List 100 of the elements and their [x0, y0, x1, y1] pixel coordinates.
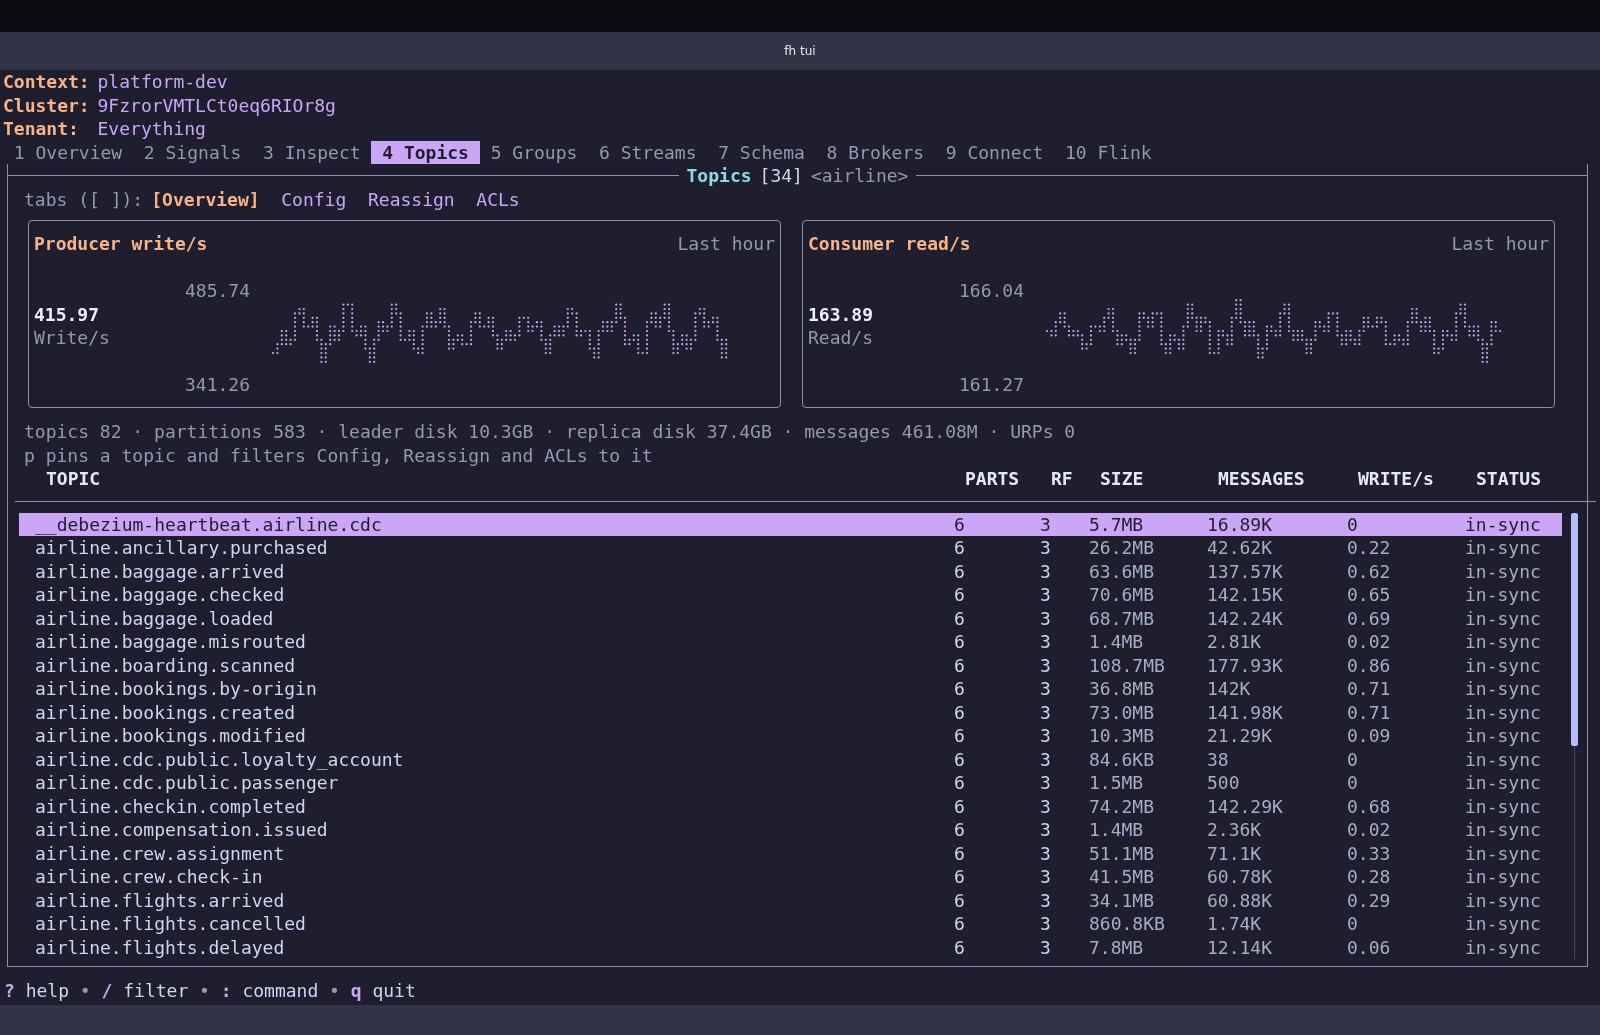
column-header[interactable]: SIZE [1100, 467, 1218, 491]
stats-text: topics 82 · partitions 583 · leader disk 10.3GB · replica disk 37.4GB · messages 461.08M · URPs 0 [24, 420, 1077, 444]
table-row[interactable]: airline.flights.delayed 6 3 7.8MB 12.14K 0.06 in-sync [19, 935, 1562, 959]
table-row[interactable]: airline.baggage.checked 6 3 70.6MB 142.15K 0.65 in-sync [19, 583, 1562, 607]
subtab[interactable]: ACLs [476, 187, 520, 211]
table-cell-text: 42.62K [1207, 536, 1274, 560]
subtab[interactable]: [Overview] [151, 187, 260, 211]
table-cell-text: airline.baggage.misrouted [35, 630, 307, 654]
table-cell-text: 6 [954, 724, 966, 748]
table-cell-text: 137.57K [1207, 559, 1284, 583]
tab[interactable]: 8 Brokers [815, 140, 935, 164]
table-cell-text: airline.bookings.created [35, 700, 297, 724]
table-cell-text: in-sync [1465, 700, 1542, 724]
column-header[interactable]: STATUS [1476, 467, 1587, 491]
table-row[interactable]: airline.cdc.public.passenger 6 3 1.5MB 500 0 in-sync [19, 771, 1562, 795]
table-row[interactable]: airline.baggage.arrived 6 3 63.6MB 137.57K 0.62 in-sync [19, 559, 1562, 583]
tab[interactable]: 3 Inspect [252, 140, 372, 164]
table-row[interactable]: airline.flights.cancelled 6 3 860.8KB 1.74K 0 in-sync [19, 912, 1562, 936]
tab[interactable]: 6 Streams [588, 140, 708, 164]
table-cell-text: airline.flights.cancelled [35, 912, 307, 936]
shortcut-label: quit [372, 979, 416, 1003]
tab[interactable]: 9 Connect [934, 140, 1055, 164]
table-cell-text: 84.6KB [1089, 747, 1156, 771]
column-header[interactable]: RF [1051, 467, 1100, 491]
table-cell-text: 3 [1040, 512, 1052, 536]
table-cell-text: 5.7MB [1089, 512, 1145, 536]
table-cell-text: in-sync [1465, 747, 1542, 771]
table-row[interactable]: airline.flights.arrived 6 3 34.1MB 60.88K 0.29 in-sync [19, 888, 1562, 912]
table-row[interactable]: airline.checkin.completed 6 3 74.2MB 142.29K 0.68 in-sync [19, 794, 1562, 818]
table-cell-text: 142.15K [1207, 583, 1284, 607]
table-cell-text: 6 [954, 583, 966, 607]
table-cell-text: in-sync [1465, 818, 1542, 842]
current-value: 163.89 [808, 302, 875, 326]
column-header[interactable]: PARTS [965, 467, 1051, 491]
column-header[interactable]: TOPIC [46, 467, 965, 491]
table-cell-text: 36.8MB [1089, 677, 1156, 701]
table-cell-text: 34.1MB [1089, 888, 1156, 912]
table-row[interactable]: airline.bookings.created 6 3 73.0MB 141.98K 0.71 in-sync [19, 700, 1562, 724]
table-cell-text: 38 [1207, 747, 1230, 771]
field-label: Cluster: [2, 93, 91, 117]
table-cell-text: airline.baggage.arrived [35, 559, 286, 583]
table-cell-text: airline.ancillary.purchased [35, 536, 329, 560]
table-cell-text: 6 [954, 606, 966, 630]
panel-title: Topics [686, 164, 752, 188]
column-header[interactable]: WRITE/s [1358, 467, 1476, 491]
table-cell-text: 74.2MB [1089, 794, 1156, 818]
table-row[interactable]: airline.cdc.public.loyalty_account 6 3 84.6KB 38 0 in-sync [19, 747, 1562, 771]
table-row[interactable]: airline.compensation.issued 6 3 1.4MB 2.36K 0.02 in-sync [19, 818, 1562, 842]
table-cell-text: 0.06 [1347, 935, 1392, 959]
field-value: 9FzrorVMTLCt0eq6RIOr8g [97, 94, 336, 116]
table-cell-text: 0.02 [1347, 630, 1392, 654]
tab[interactable]: 10 Flink [1054, 140, 1163, 164]
table-row[interactable]: __debezium-heartbeat.airline.cdc 6 3 5.7MB 16.89K 0 in-sync [19, 512, 1562, 536]
table-cell-text: 3 [1040, 536, 1052, 560]
table-cell-text: airline.bookings.by-origin [35, 677, 318, 701]
table-cell-text: in-sync [1465, 841, 1542, 865]
subtab[interactable]: Config [281, 187, 347, 211]
table-cell-text: 3 [1040, 677, 1052, 701]
table-cell-text: 68.7MB [1089, 606, 1156, 630]
table-cell-text: 3 [1040, 841, 1052, 865]
table-cell-text: 142K [1207, 677, 1252, 701]
table-cell-text: 3 [1040, 771, 1052, 795]
table-cell-text: 3 [1040, 583, 1052, 607]
tab[interactable]: 5 Groups [479, 140, 589, 164]
table-cell-text: 6 [954, 559, 966, 583]
table-row[interactable]: airline.bookings.by-origin 6 3 36.8MB 142K 0.71 in-sync [19, 677, 1562, 701]
table-cell-text: airline.cdc.public.loyalty_account [35, 747, 405, 771]
table-cell-text: 3 [1040, 700, 1052, 724]
separator-dot: • [199, 979, 210, 1003]
table-cell-text: 141.98K [1207, 700, 1284, 724]
topic-count: [34] [759, 164, 803, 188]
tab[interactable]: 2 Signals [133, 140, 253, 164]
table-cell-text: 0 [1347, 512, 1359, 536]
table-cell-text: 16.89K [1207, 512, 1274, 536]
table-cell-text: 1.74K [1207, 912, 1263, 936]
table-cell-text: 3 [1040, 606, 1052, 630]
scrollbar-thumb[interactable] [1571, 512, 1578, 746]
tab[interactable]: 1 Overview [3, 140, 134, 164]
subtab[interactable]: Reassign [367, 187, 455, 211]
table-cell-text: 3 [1040, 653, 1052, 677]
table-cell-text: 6 [954, 677, 966, 701]
table-row[interactable]: airline.baggage.loaded 6 3 68.7MB 142.24K 0.69 in-sync [19, 606, 1562, 630]
table-cell-text: __debezium-heartbeat.airline.cdc [35, 512, 383, 536]
table-row[interactable]: airline.ancillary.purchased 6 3 26.2MB 42.62K 0.22 in-sync [19, 536, 1562, 560]
table-row[interactable]: airline.crew.assignment 6 3 51.1MB 71.1K 0.33 in-sync [19, 841, 1562, 865]
table-row[interactable]: airline.bookings.modified 6 3 10.3MB 21.29K 0.09 in-sync [19, 724, 1562, 748]
table-row[interactable]: airline.boarding.scanned 6 3 108.7MB 177.93K 0.86 in-sync [19, 653, 1562, 677]
table-row[interactable]: airline.crew.check-in 6 3 41.5MB 60.78K 0.28 in-sync [19, 865, 1562, 889]
table-cell-text: 0.86 [1347, 653, 1392, 677]
chart-title: Producer write/s [34, 232, 208, 256]
tab[interactable]: 7 Schema [707, 140, 816, 164]
tab[interactable]: 4 Topics [371, 140, 480, 164]
table-cell-text: airline.crew.check-in [35, 865, 264, 889]
table-cell-text: 6 [954, 865, 966, 889]
table-cell-text: airline.cdc.public.passenger [35, 771, 340, 795]
table-row[interactable]: airline.baggage.misrouted 6 3 1.4MB 2.81K 0.02 in-sync [19, 630, 1562, 654]
table-cell-text: in-sync [1465, 512, 1542, 536]
axis-max-label: 166.04 [958, 279, 1024, 303]
column-header[interactable]: MESSAGES [1218, 467, 1358, 491]
table-cell-text: 3 [1040, 912, 1052, 936]
